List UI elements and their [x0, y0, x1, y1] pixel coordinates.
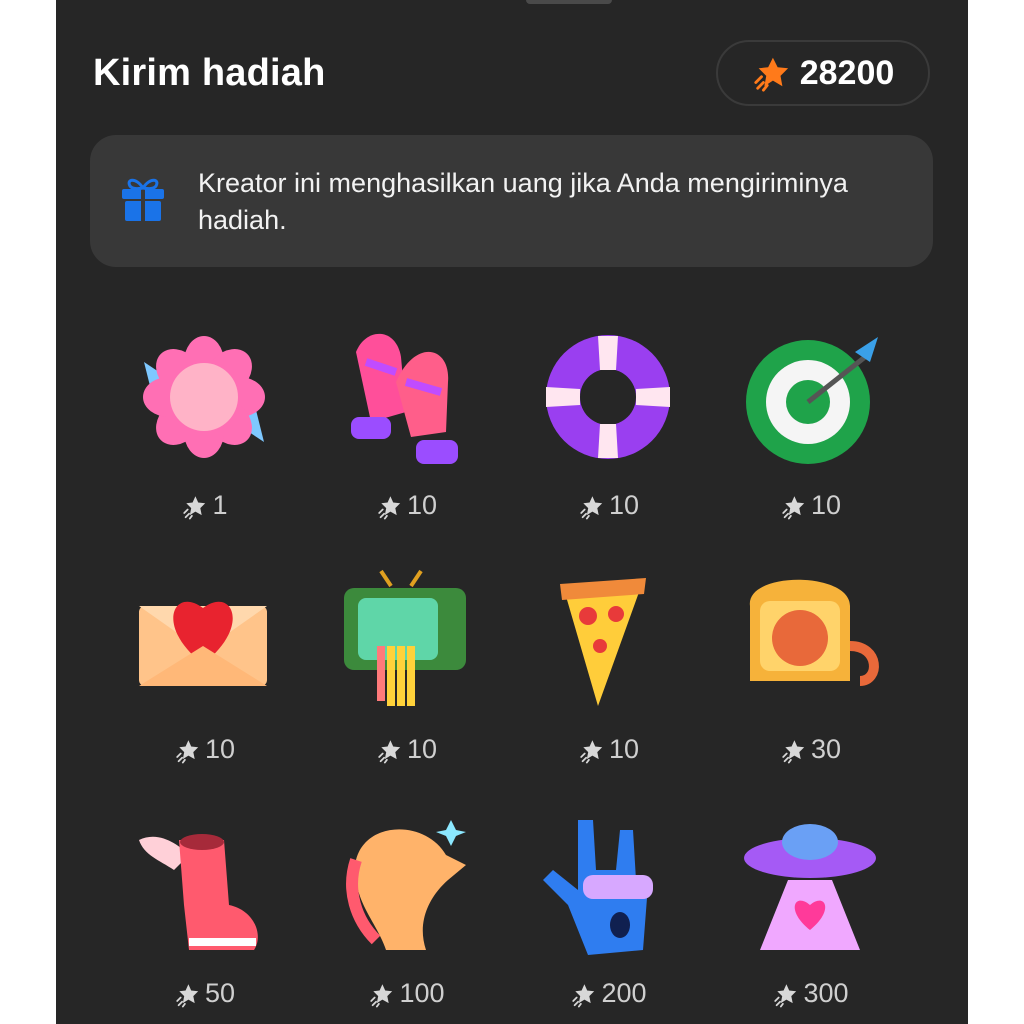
winged-sneaker-icon — [134, 810, 274, 960]
gift-price-value: 50 — [204, 978, 236, 1008]
balance-amount: 28200 — [799, 53, 895, 92]
star-coin-icon — [370, 983, 393, 1007]
gift-ufo[interactable]: 300 — [710, 800, 910, 1020]
life-ring-icon — [538, 322, 678, 472]
gift-price-value: 100 — [399, 978, 445, 1008]
gift-price: 10 — [104, 734, 304, 765]
star-coin-icon — [378, 495, 401, 519]
gift-price-value: 10 — [810, 490, 842, 520]
gift-mittens[interactable]: 10 — [306, 312, 506, 532]
star-coin-icon — [378, 739, 401, 763]
star-balance[interactable]: 28200 — [716, 40, 930, 106]
gift-price-value: 1 — [212, 490, 228, 520]
gift-flower[interactable]: 1 — [104, 312, 304, 532]
gift-price: 30 — [710, 734, 910, 765]
gift-price: 1 — [104, 490, 304, 521]
rock-hand-icon — [538, 810, 678, 960]
sheet-grabber[interactable] — [526, 0, 612, 4]
star-coin-icon — [183, 495, 206, 519]
gift-target[interactable]: 10 — [710, 312, 910, 532]
ufo-icon — [740, 810, 880, 960]
gift-icon — [122, 178, 164, 223]
star-coin-icon — [580, 495, 603, 519]
gift-price-value: 10 — [406, 734, 438, 764]
gift-price-value: 10 — [608, 490, 640, 520]
star-coin-icon — [176, 739, 199, 763]
gift-dragon[interactable]: 100 — [306, 800, 506, 1020]
target-icon — [740, 322, 880, 472]
toast-cat-icon — [740, 566, 880, 716]
gift-winged-sneaker[interactable]: 50 — [104, 800, 304, 1020]
gift-price-value: 300 — [803, 978, 849, 1008]
gift-price: 100 — [306, 978, 506, 1009]
star-coin-icon — [572, 983, 595, 1007]
banner-text: Kreator ini menghasilkan uang jika Anda … — [198, 168, 848, 235]
love-letter-icon — [134, 566, 274, 716]
star-coin-icon — [176, 983, 199, 1007]
star-coin-icon — [580, 739, 603, 763]
star-coin-icon — [782, 739, 805, 763]
gift-price: 10 — [306, 734, 506, 765]
gift-price: 200 — [508, 978, 708, 1009]
gift-toast-cat[interactable]: 30 — [710, 556, 910, 776]
flower-icon — [134, 322, 274, 472]
gift-price-value: 200 — [601, 978, 647, 1008]
gift-love-letter[interactable]: 10 — [104, 556, 304, 776]
gift-price: 50 — [104, 978, 304, 1009]
gift-price: 300 — [710, 978, 910, 1009]
gift-price-value: 30 — [810, 734, 842, 764]
gift-price: 10 — [508, 734, 708, 765]
page-title: Kirim hadiah — [93, 52, 326, 94]
gift-price: 10 — [710, 490, 910, 521]
star-coin-icon — [774, 983, 797, 1007]
gift-price-value: 10 — [204, 734, 236, 764]
rainbow-tv-icon — [336, 566, 476, 716]
gift-price-value: 10 — [406, 490, 438, 520]
mittens-icon — [336, 322, 476, 472]
gift-pizza[interactable]: 10 — [508, 556, 708, 776]
dragon-icon — [336, 810, 476, 960]
gift-price: 10 — [508, 490, 708, 521]
star-coin-icon — [754, 57, 788, 92]
gift-price: 10 — [306, 490, 506, 521]
gift-price-value: 10 — [608, 734, 640, 764]
star-coin-icon — [782, 495, 805, 519]
gift-life-ring[interactable]: 10 — [508, 312, 708, 532]
gift-rainbow-tv[interactable]: 10 — [306, 556, 506, 776]
creator-info-banner: Kreator ini menghasilkan uang jika Anda … — [90, 135, 933, 267]
pizza-icon — [538, 566, 678, 716]
gift-rock-hand[interactable]: 200 — [508, 800, 708, 1020]
